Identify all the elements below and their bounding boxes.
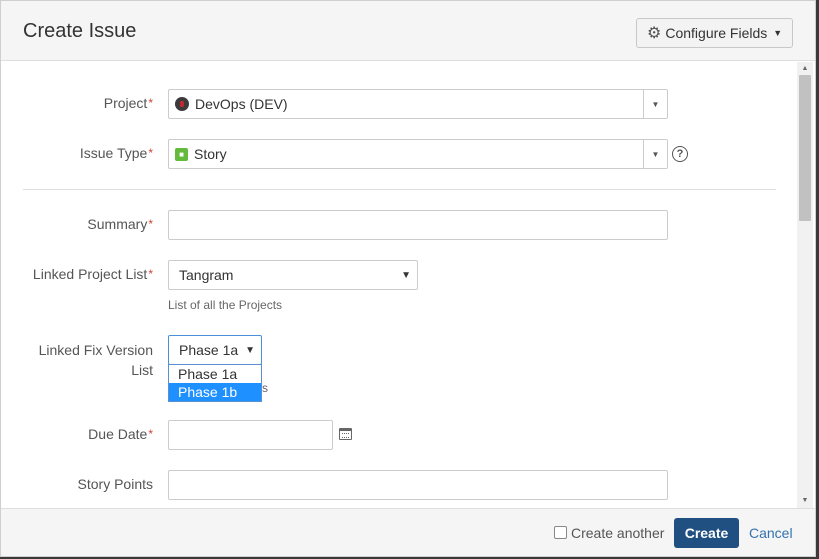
project-label: Project* bbox=[103, 95, 153, 111]
create-another-checkbox[interactable] bbox=[554, 526, 567, 539]
chevron-down-icon: ▼ bbox=[773, 28, 783, 38]
linked-fix-version-dropdown: Phase 1a Phase 1b bbox=[168, 364, 262, 402]
caret-down-icon: ▼ bbox=[245, 344, 255, 356]
linked-fix-version-label: Linked Fix Version List bbox=[38, 342, 153, 378]
gear-icon: ⚙ bbox=[647, 25, 662, 42]
summary-input[interactable] bbox=[168, 210, 668, 240]
project-avatar-icon bbox=[175, 97, 189, 111]
cancel-link[interactable]: Cancel bbox=[749, 525, 793, 541]
project-select[interactable]: DevOps (DEV) ▼ bbox=[168, 89, 668, 119]
linked-fix-version-value: Phase 1a bbox=[179, 342, 239, 358]
story-points-label: Story Points bbox=[77, 476, 153, 492]
create-another-label[interactable]: Create another bbox=[571, 525, 664, 541]
dialog-header: Create Issue ⚙ Configure Fields ▼ bbox=[1, 1, 815, 61]
due-date-input[interactable] bbox=[168, 420, 333, 450]
story-points-input[interactable] bbox=[168, 470, 668, 500]
chevron-down-icon[interactable]: ▼ bbox=[643, 90, 667, 118]
linked-project-list-select[interactable]: Tangram ▼ bbox=[168, 260, 418, 290]
linked-project-value: Tangram bbox=[179, 267, 234, 283]
configure-fields-label: Configure Fields bbox=[665, 25, 768, 41]
section-divider bbox=[23, 189, 776, 190]
create-issue-dialog: Create Issue ⚙ Configure Fields ▼ Projec… bbox=[0, 0, 816, 557]
scrollbar[interactable]: ▲ ▼ bbox=[797, 62, 813, 508]
configure-fields-button[interactable]: ⚙ Configure Fields ▼ bbox=[636, 18, 793, 48]
due-date-label: Due Date* bbox=[88, 426, 153, 442]
dialog-footer: Create another Create Cancel bbox=[1, 508, 815, 556]
issue-type-select[interactable]: ■ Story ▼ bbox=[168, 139, 668, 169]
dialog-body: Project* DevOps (DEV) ▼ Issue Type* ■ St… bbox=[1, 62, 815, 508]
story-icon: ■ bbox=[175, 147, 188, 161]
help-icon[interactable]: ? bbox=[672, 146, 688, 162]
linked-project-description: List of all the Projects bbox=[168, 298, 283, 312]
linked-fix-version-description: s bbox=[262, 381, 268, 395]
issue-type-value: Story bbox=[194, 146, 227, 162]
linked-fix-version-select[interactable]: Phase 1a ▼ bbox=[168, 335, 262, 365]
calendar-icon[interactable] bbox=[339, 428, 352, 440]
linked-project-list-label: Linked Project List* bbox=[32, 266, 153, 282]
dropdown-option-highlighted[interactable]: Phase 1b bbox=[169, 383, 261, 401]
create-button[interactable]: Create bbox=[674, 518, 739, 548]
scrollbar-thumb[interactable] bbox=[799, 75, 811, 221]
project-value: DevOps (DEV) bbox=[195, 96, 288, 112]
issue-type-label: Issue Type* bbox=[79, 145, 153, 161]
dropdown-option[interactable]: Phase 1a bbox=[169, 365, 261, 383]
scroll-up-icon[interactable]: ▲ bbox=[797, 62, 813, 74]
scroll-down-icon[interactable]: ▼ bbox=[797, 494, 813, 506]
summary-label: Summary* bbox=[87, 216, 153, 232]
chevron-down-icon[interactable]: ▼ bbox=[643, 140, 667, 168]
dialog-title: Create Issue bbox=[23, 20, 137, 42]
caret-down-icon: ▼ bbox=[401, 269, 411, 281]
